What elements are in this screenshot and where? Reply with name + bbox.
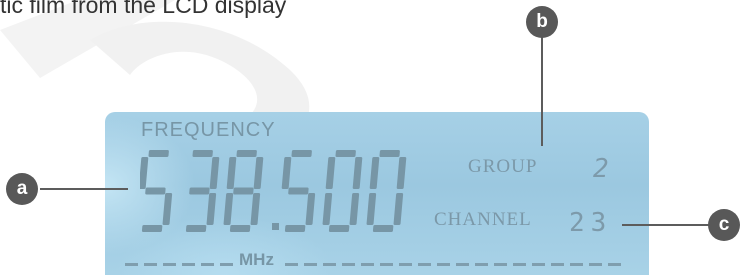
decimal-point — [272, 223, 279, 230]
segment-dash-row — [125, 263, 621, 266]
frequency-digit — [322, 150, 363, 232]
digit-segment — [145, 187, 166, 195]
group-label: GROUP — [468, 156, 538, 177]
callout-a-badge: a — [6, 173, 38, 205]
unit-label: MHz — [239, 250, 274, 269]
frequency-digit — [366, 150, 407, 232]
digit-segment — [379, 150, 400, 157]
digit-segment — [372, 225, 394, 232]
channel-value: 23 — [569, 208, 613, 238]
digit-segment — [366, 193, 377, 225]
digit-segment — [189, 187, 210, 195]
digit-segment — [288, 187, 309, 195]
frequency-digit — [140, 150, 173, 232]
frequency-digit — [281, 150, 316, 232]
digit-segment — [148, 150, 169, 157]
lcd-display: FREQUENCY GROUP 2 CHANNEL 23 MHz — [105, 112, 649, 275]
frequency-digit — [185, 150, 220, 232]
digit-segment — [141, 225, 163, 232]
digit-segment — [162, 193, 173, 225]
callout-c-badge: c — [708, 209, 740, 241]
group-value: 2 — [593, 154, 609, 184]
digit-segment — [305, 193, 316, 225]
frequency-digit — [223, 150, 264, 232]
digit-segment — [233, 187, 254, 195]
digit-segment — [284, 225, 306, 232]
digit-segment — [352, 157, 363, 189]
digit-segment — [393, 193, 404, 225]
digit-segment — [206, 193, 217, 225]
callout-b-leader — [541, 36, 543, 146]
digit-segment — [140, 157, 149, 189]
frequency-readout — [140, 150, 407, 232]
digit-segment — [325, 157, 336, 189]
digit-segment — [192, 150, 213, 157]
digit-segment — [253, 157, 264, 189]
frequency-label: FREQUENCY — [141, 119, 276, 141]
digit-segment — [185, 225, 207, 232]
digit-segment — [369, 157, 380, 189]
digit-segment — [396, 157, 407, 189]
digit-segment — [236, 150, 257, 157]
callout-a-leader — [40, 188, 128, 190]
digit-segment — [281, 157, 292, 189]
digit-segment — [349, 193, 360, 225]
callout-b-badge: b — [526, 6, 558, 38]
figure-caption: tic film from the LCD display — [0, 0, 287, 18]
digit-segment — [335, 150, 356, 157]
digit-segment — [322, 193, 333, 225]
callout-c-leader — [622, 224, 716, 226]
digit-segment — [250, 193, 261, 225]
digit-segment — [229, 225, 251, 232]
digit-segment — [223, 193, 234, 225]
digit-segment — [226, 157, 237, 189]
digit-segment — [291, 150, 312, 157]
digit-segment — [209, 157, 220, 189]
channel-label: CHANNEL — [434, 209, 532, 230]
digit-segment — [328, 225, 350, 232]
